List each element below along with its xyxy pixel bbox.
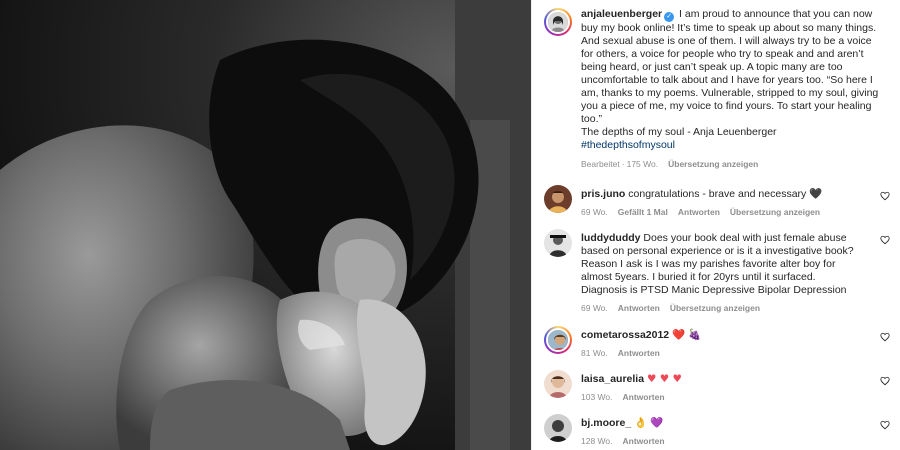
comment-meta: 103 Wo. Antworten bbox=[581, 392, 864, 402]
hashtag-link[interactable]: #thedepthsofmysoul bbox=[581, 139, 675, 151]
comment-item: laisa_aurelia ♥ ♥ ♥ 103 Wo. Antworten bbox=[532, 370, 900, 402]
comment-item: luddyduddy Does your book deal with just… bbox=[532, 229, 900, 313]
commenter-avatar-image bbox=[548, 330, 568, 350]
post-dialog: anjaleuenberger ✓ I am proud to announce … bbox=[0, 0, 900, 450]
commenter-avatar-image bbox=[544, 229, 572, 257]
reply-button[interactable]: Antworten bbox=[618, 303, 660, 313]
like-heart-icon[interactable] bbox=[880, 235, 890, 245]
commenter-avatar-image bbox=[544, 414, 572, 442]
author-username[interactable]: anjaleuenberger bbox=[581, 8, 662, 20]
post-photo[interactable] bbox=[0, 0, 531, 450]
comment-text: luddyduddy Does your book deal with just… bbox=[581, 232, 864, 297]
comment-meta: 69 Wo. Gefällt 1 Mal Antworten Übersetzu… bbox=[581, 207, 864, 217]
commenter-avatar[interactable] bbox=[544, 370, 572, 398]
translate-button[interactable]: Übersetzung anzeigen bbox=[670, 303, 760, 313]
comment-meta: 69 Wo. Antworten Übersetzung anzeigen bbox=[581, 303, 864, 313]
post-age[interactable]: 175 Wo. bbox=[627, 159, 659, 169]
comment-age[interactable]: 69 Wo. bbox=[581, 207, 608, 217]
comment-age[interactable]: 81 Wo. bbox=[581, 348, 608, 358]
comment-text: pris.juno congratulations - brave and ne… bbox=[581, 188, 864, 201]
comment-text: cometarossa2012 ❤️ 🍇 bbox=[581, 329, 864, 342]
comment-likes[interactable]: Gefällt 1 Mal bbox=[618, 207, 668, 217]
verified-badge-icon: ✓ bbox=[664, 12, 675, 22]
commenter-avatar[interactable] bbox=[544, 326, 572, 354]
commenter-avatar[interactable] bbox=[544, 185, 572, 213]
comment-meta: 128 Wo. Antworten bbox=[581, 436, 864, 446]
comment-text: bj.moore_ 👌 💜 bbox=[581, 417, 864, 430]
comment-username[interactable]: pris.juno bbox=[581, 188, 625, 200]
comment-age[interactable]: 103 Wo. bbox=[581, 392, 613, 402]
comment-item: cometarossa2012 ❤️ 🍇 81 Wo. Antworten bbox=[532, 326, 900, 358]
like-heart-icon[interactable] bbox=[880, 376, 890, 386]
comment-text: laisa_aurelia ♥ ♥ ♥ bbox=[581, 373, 864, 386]
translate-button[interactable]: Übersetzung anzeigen bbox=[668, 159, 758, 169]
reply-button[interactable]: Antworten bbox=[623, 392, 665, 402]
reply-button[interactable]: Antworten bbox=[618, 348, 660, 358]
reply-button[interactable]: Antworten bbox=[678, 207, 720, 217]
caption-book-title: The depths of my soul - Anja Leuenberger bbox=[581, 126, 777, 138]
comment-age[interactable]: 128 Wo. bbox=[581, 436, 613, 446]
comment-item: pris.juno congratulations - brave and ne… bbox=[532, 185, 900, 217]
post-meta: Bearbeitet · 175 Wo. Übersetzung anzeige… bbox=[581, 159, 886, 169]
author-avatar[interactable] bbox=[544, 8, 572, 36]
post-caption-block: anjaleuenberger ✓ I am proud to announce … bbox=[532, 0, 900, 169]
comment-item: bj.moore_ 👌 💜 128 Wo. Antworten bbox=[532, 414, 900, 446]
like-heart-icon[interactable] bbox=[880, 332, 890, 342]
meta-separator: · bbox=[621, 159, 625, 169]
author-avatar-image bbox=[548, 12, 568, 32]
commenter-avatar-image bbox=[544, 185, 572, 213]
comment-username[interactable]: luddyduddy bbox=[581, 232, 641, 244]
commenter-avatar-image bbox=[544, 370, 572, 398]
purple-heart-icon: 💜 bbox=[650, 417, 664, 429]
like-heart-icon[interactable] bbox=[880, 420, 890, 430]
comment-username[interactable]: bj.moore_ bbox=[581, 417, 631, 429]
comment-age[interactable]: 69 Wo. bbox=[581, 303, 608, 313]
edited-label: Bearbeitet bbox=[581, 159, 620, 169]
commenter-avatar[interactable] bbox=[544, 229, 572, 257]
reply-button[interactable]: Antworten bbox=[623, 436, 665, 446]
grapes-icon: 🍇 bbox=[688, 329, 702, 341]
red-heart-icon: ❤️ bbox=[672, 329, 686, 341]
ok-hand-icon: 👌 bbox=[634, 417, 648, 429]
photo-image bbox=[0, 0, 531, 450]
three-hearts-icon: ♥ ♥ ♥ bbox=[646, 373, 682, 385]
commenter-avatar[interactable] bbox=[544, 414, 572, 442]
black-heart-icon: 🖤 bbox=[809, 188, 823, 200]
caption-body: I am proud to announce that you can now … bbox=[581, 8, 879, 125]
comment-body: congratulations - brave and necessary bbox=[628, 188, 807, 200]
caption-text: anjaleuenberger ✓ I am proud to announce … bbox=[581, 8, 886, 152]
comment-username[interactable]: laisa_aurelia bbox=[581, 373, 644, 385]
comment-username[interactable]: cometarossa2012 bbox=[581, 329, 669, 341]
comment-meta: 81 Wo. Antworten bbox=[581, 348, 864, 358]
translate-button[interactable]: Übersetzung anzeigen bbox=[730, 207, 820, 217]
comments-panel[interactable]: anjaleuenberger ✓ I am proud to announce … bbox=[531, 0, 900, 450]
like-heart-icon[interactable] bbox=[880, 191, 890, 201]
